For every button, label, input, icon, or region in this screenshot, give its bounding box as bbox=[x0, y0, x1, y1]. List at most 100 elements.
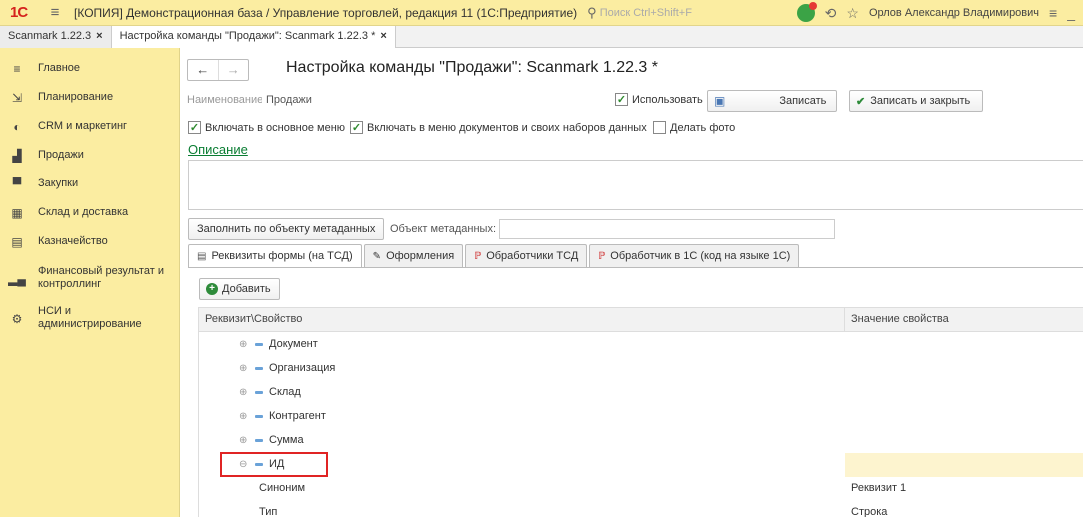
checkmark-icon: ✓ bbox=[188, 121, 201, 134]
doc-menu-checkbox-label: Включать в меню документов и своих набор… bbox=[367, 121, 647, 134]
expand-icon[interactable]: ⊕ bbox=[239, 339, 247, 350]
use-checkbox-label: Использовать bbox=[632, 93, 703, 106]
list-icon: ▤ bbox=[197, 250, 207, 262]
tab-label: Обработчик в 1С (код на языке 1С) bbox=[610, 250, 791, 262]
table-row[interactable]: ⊕ Организация bbox=[199, 357, 1083, 381]
expand-icon[interactable]: ⊕ bbox=[239, 411, 247, 422]
history-icon[interactable]: ⟲ bbox=[825, 5, 837, 22]
close-icon[interactable]: × bbox=[96, 30, 102, 42]
title-bar: 1С ≡ [КОПИЯ] Демонстрационная база / Упр… bbox=[0, 0, 1083, 26]
module-icon: ℙ bbox=[474, 250, 482, 262]
row-name: Тип bbox=[259, 506, 278, 517]
sidebar-item-planning[interactable]: ⇲ Планирование bbox=[0, 91, 113, 105]
settings-menu-icon[interactable]: ≡ bbox=[1049, 5, 1057, 21]
expand-icon[interactable]: ⊕ bbox=[239, 435, 247, 446]
window-tab-command-settings[interactable]: Настройка команды "Продажи": Scanmark 1.… bbox=[111, 26, 396, 48]
sidebar-item-admin[interactable]: ⚙ НСИ и администрирование bbox=[0, 305, 148, 331]
tabs-divider bbox=[188, 267, 1083, 268]
table-row[interactable]: Тип Строка bbox=[199, 501, 1083, 517]
name-label: Наименование: bbox=[187, 94, 267, 106]
save-button[interactable]: ▣ Записать bbox=[707, 90, 837, 112]
forward-arrow-icon[interactable]: → bbox=[217, 60, 249, 80]
tab-1c-handler[interactable]: ℙ Обработчик в 1С (код на языке 1С) bbox=[589, 244, 800, 267]
attribute-icon bbox=[255, 367, 263, 370]
attribute-icon bbox=[255, 343, 263, 346]
main-menu-checkbox-label: Включать в основное меню bbox=[205, 121, 346, 134]
attributes-table[interactable]: Реквизит\Свойство Значение свойства ⊕ До… bbox=[198, 307, 1083, 517]
row-name: Документ bbox=[269, 338, 318, 350]
table-row[interactable]: Синоним Реквизит 1 bbox=[199, 477, 1083, 501]
sidebar-item-label: Планирование bbox=[38, 91, 114, 103]
back-arrow-icon[interactable]: ← bbox=[188, 60, 218, 80]
sidebar-item-label: Закупки bbox=[38, 177, 79, 189]
tab-tsd-handlers[interactable]: ℙ Обработчики ТСД bbox=[465, 244, 588, 267]
name-field[interactable]: Продажи bbox=[262, 90, 607, 110]
sidebar-item-crm[interactable]: ◐ CRM и маркетинг bbox=[0, 120, 127, 134]
module-icon: ℙ bbox=[598, 250, 606, 262]
sidebar-item-label: НСИ и администрирование bbox=[38, 305, 142, 330]
add-button[interactable]: + Добавить bbox=[199, 278, 280, 300]
metadata-label: Объект метаданных: bbox=[390, 223, 497, 235]
checkmark-icon: ✓ bbox=[615, 93, 628, 106]
form-area: ← → Настройка команды "Продажи": Scanmar… bbox=[187, 48, 1083, 517]
sidebar-item-sales[interactable]: ▟ Продажи bbox=[0, 149, 84, 163]
main-menu-checkbox[interactable]: ✓ Включать в основное меню bbox=[188, 121, 345, 134]
selected-value-cell[interactable] bbox=[845, 453, 1083, 477]
description-link[interactable]: Описание bbox=[188, 142, 248, 157]
sidebar-item-treasury[interactable]: ▤ Казначейство bbox=[0, 235, 107, 249]
notifications-icon[interactable] bbox=[796, 2, 817, 22]
row-value: Строка bbox=[851, 506, 888, 517]
global-search[interactable]: ⚲ Поиск Ctrl+Shift+F bbox=[587, 5, 827, 21]
checkmark-icon: ✔ bbox=[856, 95, 866, 108]
row-value: Реквизит 1 bbox=[851, 482, 907, 494]
table-row[interactable]: ⊕ Склад bbox=[199, 381, 1083, 405]
photo-checkbox-label: Делать фото bbox=[670, 121, 736, 134]
row-name: Синоним bbox=[259, 482, 306, 494]
sales-bag-icon: ▟ bbox=[12, 149, 22, 163]
use-checkbox[interactable]: ✓ Использовать bbox=[615, 93, 703, 106]
minimize-icon[interactable]: _ bbox=[1067, 5, 1075, 21]
sidebar-item-label: Финансовый результат и контроллинг bbox=[38, 265, 164, 290]
search-input[interactable]: Поиск Ctrl+Shift+F bbox=[600, 7, 692, 19]
sidebar-item-finance[interactable]: ▂▄ Финансовый результат и контроллинг bbox=[0, 265, 168, 291]
doc-menu-checkbox[interactable]: ✓ Включать в меню документов и своих наб… bbox=[350, 121, 647, 134]
sidebar-item-warehouse[interactable]: ▦ Склад и доставка bbox=[0, 206, 128, 220]
column-header-attribute[interactable]: Реквизит\Свойство bbox=[205, 313, 302, 325]
search-icon: ⚲ bbox=[587, 4, 597, 20]
expand-icon[interactable]: ⊕ bbox=[239, 387, 247, 398]
table-row[interactable]: ⊕ Контрагент bbox=[199, 405, 1083, 429]
tab-label: Обработчики ТСД bbox=[486, 250, 579, 262]
tab-form-attributes[interactable]: ▤ Реквизиты формы (на ТСД) bbox=[188, 244, 362, 267]
sidebar-item-main[interactable]: ≡ Главное bbox=[0, 62, 80, 76]
main-menu-icon[interactable]: ≡ bbox=[44, 4, 66, 21]
save-and-close-button[interactable]: ✔ Записать и закрыть bbox=[849, 90, 983, 112]
finance-chart-icon: ▂▄ bbox=[8, 272, 26, 286]
row-name: Организация bbox=[269, 362, 336, 374]
empty-checkbox-box bbox=[653, 121, 666, 134]
description-textarea[interactable] bbox=[188, 160, 1083, 210]
photo-checkbox[interactable]: Делать фото bbox=[653, 121, 735, 134]
user-name[interactable]: Орлов Александр Владимирович bbox=[869, 7, 1039, 19]
menu-lines-icon: ≡ bbox=[13, 62, 21, 76]
close-icon[interactable]: × bbox=[380, 30, 386, 42]
table-header: Реквизит\Свойство Значение свойства bbox=[199, 308, 1083, 332]
expand-icon[interactable]: ⊕ bbox=[239, 363, 247, 374]
sidebar-item-purchases[interactable]: ▀ Закупки bbox=[0, 177, 78, 191]
tab-label: Оформления bbox=[386, 250, 455, 262]
window-tab-label: Scanmark 1.22.3 bbox=[8, 30, 92, 42]
table-row[interactable]: ⊕ Документ bbox=[199, 333, 1083, 357]
table-row[interactable]: ⊕ Сумма bbox=[199, 429, 1083, 453]
table-row-selected[interactable]: ⊖ ИД bbox=[199, 453, 1083, 477]
attribute-icon bbox=[255, 391, 263, 394]
warehouse-icon: ▦ bbox=[11, 206, 23, 220]
page-title: Настройка команды "Продажи": Scanmark 1.… bbox=[286, 59, 658, 76]
floppy-disk-icon: ▣ bbox=[714, 94, 726, 108]
tab-appearance[interactable]: ✎ Оформления bbox=[363, 244, 464, 267]
brush-icon: ✎ bbox=[372, 250, 382, 262]
fill-by-metadata-button[interactable]: Заполнить по объекту метаданных bbox=[188, 218, 385, 240]
cart-icon: ▀ bbox=[12, 177, 22, 191]
window-tab-scanmark[interactable]: Scanmark 1.22.3 × bbox=[0, 26, 112, 48]
column-header-value[interactable]: Значение свойства bbox=[851, 313, 949, 325]
favorites-star-icon[interactable]: ☆ bbox=[846, 5, 859, 22]
metadata-object-field[interactable] bbox=[499, 219, 835, 239]
